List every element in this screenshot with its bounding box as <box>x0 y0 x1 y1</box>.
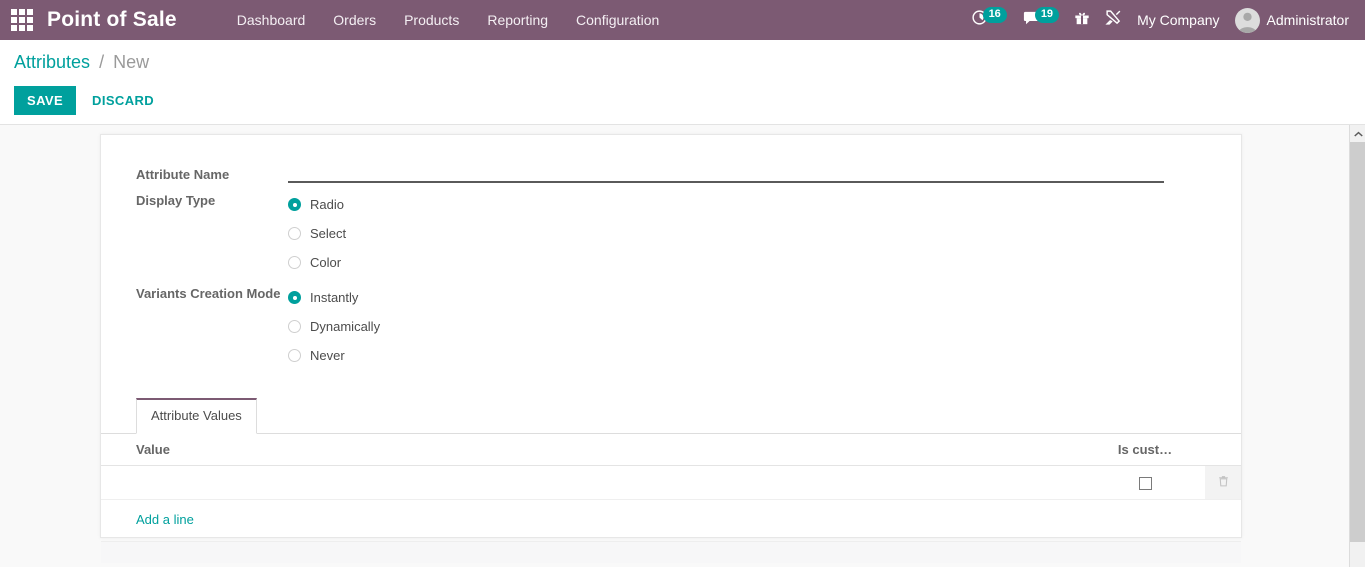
radio-option-display-type-select[interactable]: Select <box>288 219 1241 248</box>
table-body <box>101 465 1241 500</box>
user-menu-label: Administrator <box>1266 12 1349 28</box>
chevron-up-icon <box>1353 125 1363 143</box>
field-row-display-type: Display Type Radio Select Color <box>101 189 1241 277</box>
add-a-line-link[interactable]: Add a line <box>101 500 194 537</box>
sheet-bottom-strip <box>101 541 1241 563</box>
radio-label: Color <box>310 255 342 270</box>
apps-menu-button[interactable] <box>0 0 44 40</box>
form-sheet: Attribute Name Display Type Radio Select <box>100 134 1242 563</box>
notebook: Attribute Values Value Is cust… Add a li… <box>101 398 1241 563</box>
radio-button-icon[interactable] <box>288 349 301 362</box>
menu-item-products[interactable]: Products <box>404 12 459 28</box>
is-custom-checkbox[interactable] <box>1138 477 1152 491</box>
attribute-values-table: Value Is cust… <box>101 434 1241 500</box>
scrollbar-thumb[interactable] <box>1350 142 1365 542</box>
company-switcher[interactable]: My Company <box>1137 12 1219 28</box>
scrollbar-up-button[interactable] <box>1350 125 1365 142</box>
radio-button-icon[interactable] <box>288 227 301 240</box>
column-header-is-custom: Is cust… <box>1085 434 1205 466</box>
field-row-variants-creation-mode: Variants Creation Mode Instantly Dynamic… <box>101 282 1241 370</box>
column-header-value: Value <box>101 434 1085 466</box>
label-attribute-name: Attribute Name <box>136 167 230 182</box>
developer-tools-button[interactable] <box>1105 0 1122 40</box>
user-menu-button[interactable]: Administrator <box>1234 7 1349 33</box>
vertical-scrollbar[interactable] <box>1349 125 1365 567</box>
menu-item-orders[interactable]: Orders <box>333 12 376 28</box>
field-attribute-name <box>288 163 1241 183</box>
messages-count-badge: 19 <box>1034 7 1060 23</box>
column-header-actions <box>1205 434 1241 466</box>
radio-button-icon[interactable] <box>288 291 301 304</box>
menu-item-configuration[interactable]: Configuration <box>576 12 659 28</box>
apps-grid-icon <box>11 9 33 31</box>
main-menu: Dashboard Orders Products Reporting Conf… <box>237 12 660 28</box>
radio-option-variants-dynamically[interactable]: Dynamically <box>288 312 1241 341</box>
label-display-type: Display Type <box>136 193 216 208</box>
activities-count-badge: 16 <box>982 7 1007 23</box>
form-view-background: Attribute Name Display Type Radio Select <box>0 124 1365 567</box>
messages-menu-button[interactable]: 19 <box>1022 0 1060 40</box>
notebook-tabs: Attribute Values <box>101 398 1241 434</box>
top-navbar: Point of Sale Dashboard Orders Products … <box>0 0 1365 40</box>
radio-label: Never <box>310 348 345 363</box>
trash-icon[interactable] <box>1217 476 1230 491</box>
radio-option-variants-instantly[interactable]: Instantly <box>288 283 1241 312</box>
radio-label: Instantly <box>310 290 359 305</box>
control-panel: Attributes / New SAVE DISCARD <box>0 40 1365 124</box>
systray: 16 19 My Company Administrator <box>971 0 1355 40</box>
breadcrumb-separator: / <box>99 52 105 72</box>
app-brand-title[interactable]: Point of Sale <box>47 8 177 32</box>
tools-icon <box>1105 9 1122 31</box>
radio-label: Select <box>310 226 347 241</box>
discard-button[interactable]: DISCARD <box>84 86 162 115</box>
field-variants-creation-mode: Instantly Dynamically Never <box>288 282 1241 370</box>
menu-item-dashboard[interactable]: Dashboard <box>237 12 306 28</box>
radio-option-variants-never[interactable]: Never <box>288 341 1241 370</box>
attribute-name-underline <box>288 163 1164 183</box>
field-display-type: Radio Select Color <box>288 189 1241 277</box>
attribute-name-input[interactable] <box>288 163 1164 181</box>
tab-attribute-values[interactable]: Attribute Values <box>136 398 257 434</box>
breadcrumb-parent-attributes[interactable]: Attributes <box>14 52 90 72</box>
radio-label: Dynamically <box>310 319 381 334</box>
breadcrumb-current-new: New <box>113 52 150 72</box>
cell-value[interactable] <box>101 465 1085 500</box>
save-button[interactable]: SAVE <box>14 86 77 115</box>
breadcrumb: Attributes / New <box>14 50 1365 74</box>
table-header-row: Value Is cust… <box>101 434 1241 466</box>
table-head: Value Is cust… <box>101 434 1241 466</box>
label-variants-creation-mode: Variants Creation Mode <box>136 286 281 301</box>
radio-button-icon[interactable] <box>288 320 301 333</box>
user-avatar-icon <box>1234 7 1260 33</box>
menu-item-reporting[interactable]: Reporting <box>487 12 548 28</box>
radio-option-display-type-radio[interactable]: Radio <box>288 190 1241 219</box>
radio-option-display-type-color[interactable]: Color <box>288 248 1241 277</box>
table-row[interactable] <box>101 465 1241 500</box>
field-row-attribute-name: Attribute Name <box>101 163 1241 185</box>
form-action-buttons: SAVE DISCARD <box>14 86 1365 124</box>
cell-delete-row[interactable] <box>1205 465 1241 500</box>
radio-button-icon[interactable] <box>288 256 301 269</box>
gift-menu-button[interactable] <box>1074 0 1090 40</box>
activities-menu-button[interactable]: 16 <box>971 0 1007 40</box>
gift-icon <box>1074 9 1090 31</box>
cell-is-custom <box>1085 465 1205 500</box>
radio-button-icon[interactable] <box>288 198 301 211</box>
radio-label: Radio <box>310 197 344 212</box>
